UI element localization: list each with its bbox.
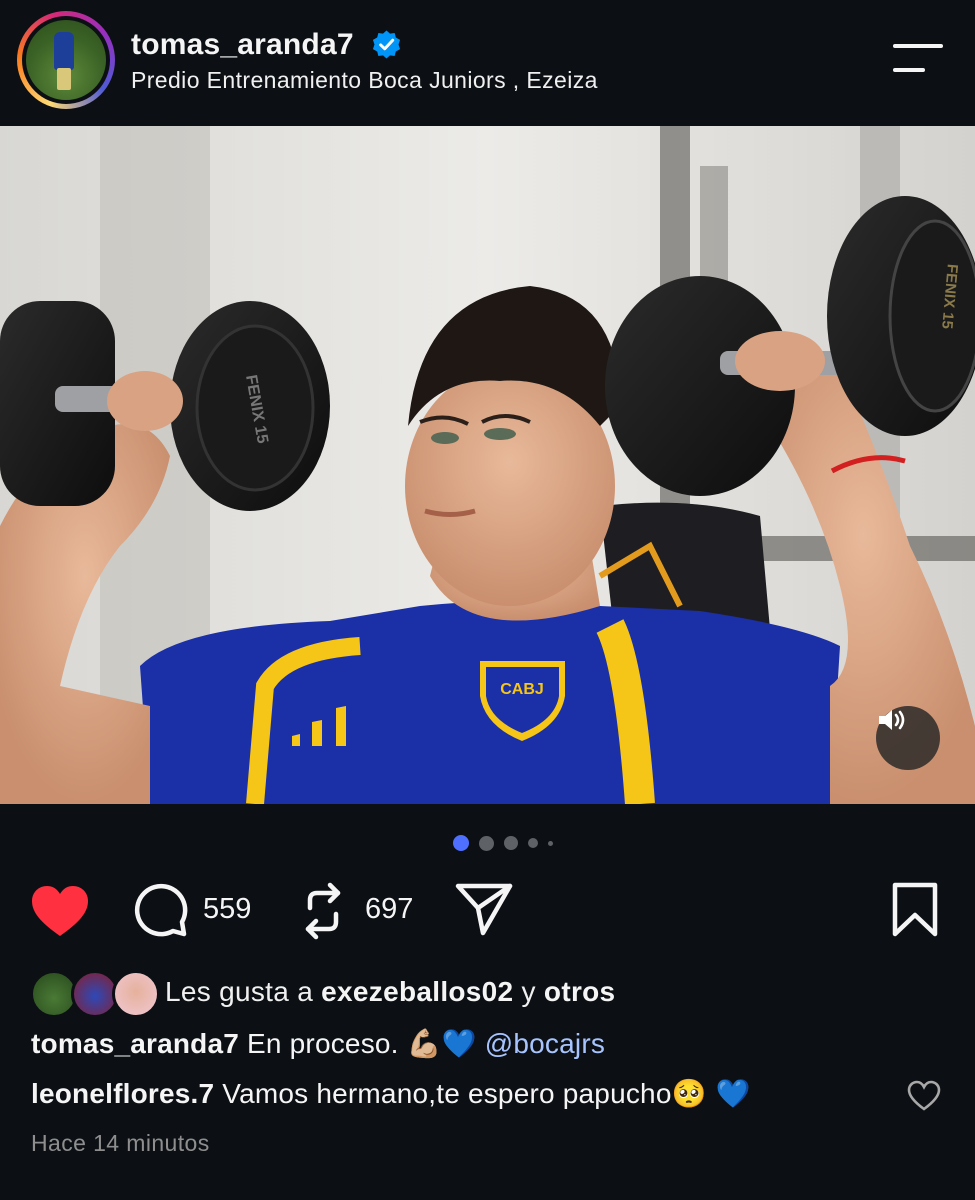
comment-text: Vamos hermano,te espero papucho bbox=[222, 1078, 672, 1109]
avatar bbox=[112, 970, 160, 1018]
liked-by-text[interactable]: Les gusta a exezeballos02 y otros bbox=[165, 976, 615, 1008]
verified-badge-icon bbox=[372, 30, 401, 59]
like-heart-icon[interactable] bbox=[30, 884, 90, 938]
post-header: tomas_aranda7 Predio Entrenamiento Boca … bbox=[0, 0, 975, 126]
caption-text: En proceso. bbox=[247, 1028, 399, 1059]
liked-by-others[interactable]: otros bbox=[544, 976, 616, 1007]
liked-by-connector: y bbox=[521, 976, 536, 1007]
comment-count: 559 bbox=[203, 893, 252, 925]
top-comment: leonelflores.7 Vamos hermano,te espero p… bbox=[31, 1077, 751, 1110]
comment-username[interactable]: leonelflores.7 bbox=[31, 1078, 214, 1109]
share-icon[interactable] bbox=[455, 882, 513, 936]
jersey-crest-text: CABJ bbox=[500, 681, 544, 698]
bookmark-icon[interactable] bbox=[891, 882, 939, 938]
post-caption: tomas_aranda7 En proceso. 💪🏼💙 @bocajrs bbox=[31, 1027, 605, 1060]
carousel-dot bbox=[548, 840, 553, 846]
speaker-icon bbox=[879, 710, 905, 730]
comment-like-heart-icon[interactable] bbox=[907, 1080, 941, 1112]
caption-emoji: 💪🏼💙 bbox=[406, 1027, 477, 1060]
carousel-dot bbox=[504, 836, 518, 850]
hamburger-menu-icon[interactable] bbox=[893, 42, 947, 78]
liked-by-prefix: Les gusta a bbox=[165, 976, 314, 1007]
profile-avatar[interactable] bbox=[17, 11, 115, 109]
carousel-indicator bbox=[453, 835, 563, 851]
sound-toggle-button[interactable] bbox=[876, 706, 940, 770]
repost-count: 697 bbox=[365, 893, 414, 925]
carousel-dot bbox=[528, 838, 538, 848]
carousel-dot bbox=[479, 835, 494, 851]
username[interactable]: tomas_aranda7 bbox=[131, 28, 354, 62]
repost-icon[interactable] bbox=[298, 882, 348, 940]
comment-icon[interactable] bbox=[133, 882, 189, 938]
comment-emoji: 🥺 💙 bbox=[671, 1077, 751, 1110]
post-location[interactable]: Predio Entrenamiento Boca Juniors , Ezei… bbox=[131, 67, 598, 94]
post-timestamp: Hace 14 minutos bbox=[31, 1130, 210, 1156]
gym-scene-illustration: CABJ FENIX 15 FENIX 15 bbox=[0, 126, 975, 804]
post-image[interactable]: CABJ FENIX 15 FENIX 15 bbox=[0, 126, 975, 804]
caption-username[interactable]: tomas_aranda7 bbox=[31, 1028, 239, 1059]
carousel-dot-active bbox=[453, 835, 469, 851]
liked-by-user[interactable]: exezeballos02 bbox=[321, 976, 513, 1007]
caption-mention-link[interactable]: @bocajrs bbox=[485, 1028, 605, 1059]
